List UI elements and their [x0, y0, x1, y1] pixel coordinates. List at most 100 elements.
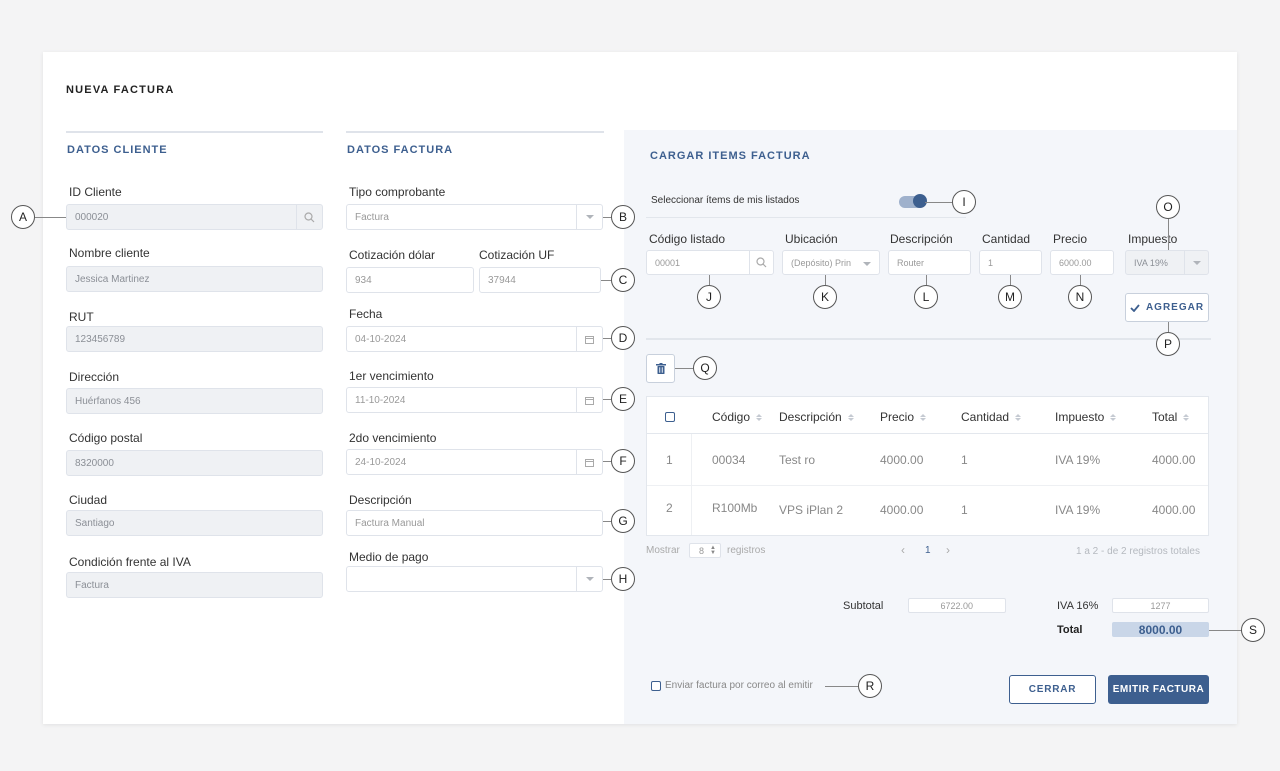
- sort-icon[interactable]: [1015, 413, 1022, 421]
- search-icon[interactable]: [749, 251, 773, 274]
- id-cliente-field[interactable]: 000020: [66, 204, 323, 230]
- callout-line: [35, 217, 66, 218]
- rut-field[interactable]: 123456789: [66, 326, 323, 352]
- callout-a: A: [11, 205, 35, 229]
- chevron-down-icon[interactable]: [863, 262, 871, 266]
- delete-button[interactable]: [646, 354, 675, 383]
- column-header-precio[interactable]: Precio: [880, 410, 927, 424]
- sort-icon[interactable]: [920, 413, 927, 421]
- iva-condicion-field[interactable]: Factura: [66, 572, 323, 598]
- venc1-label: 1er vencimiento: [349, 369, 434, 383]
- cantidad-value: 1: [988, 257, 994, 268]
- ciudad-field[interactable]: Santiago: [66, 510, 323, 536]
- total-value: 8000.00: [1112, 622, 1209, 637]
- prev-page-icon[interactable]: ‹: [901, 543, 905, 557]
- callout-line: [1209, 630, 1241, 631]
- column-header-codigo[interactable]: Código: [712, 410, 763, 424]
- next-page-icon[interactable]: ›: [946, 543, 950, 557]
- sort-icon[interactable]: [1110, 413, 1117, 421]
- callout-h: H: [611, 567, 635, 591]
- callout-g: G: [611, 509, 635, 533]
- cell-precio: 4000.00: [880, 453, 924, 467]
- calendar-icon[interactable]: [576, 388, 602, 412]
- sort-icon[interactable]: [1183, 413, 1190, 421]
- cell-total: 4000.00: [1152, 503, 1196, 517]
- sort-icon[interactable]: [756, 413, 763, 421]
- row-number: 1: [666, 453, 673, 467]
- divider: [646, 217, 966, 218]
- column-header-descripcion[interactable]: Descripción: [779, 410, 854, 424]
- dolar-field[interactable]: 934: [346, 267, 474, 293]
- select-from-lists-toggle[interactable]: [899, 194, 927, 208]
- iva-total-field: 1277: [1112, 598, 1209, 613]
- nombre-field[interactable]: Jessica Martinez: [66, 266, 323, 292]
- fecha-value: 04-10-2024: [355, 333, 407, 345]
- precio-value: 6000.00: [1059, 257, 1092, 268]
- venc1-field[interactable]: 11-10-2024: [346, 387, 603, 413]
- cell-cantidad: 1: [961, 453, 968, 467]
- cell-descripcion: VPS iPlan 2: [779, 503, 844, 517]
- chevron-down-icon[interactable]: [576, 205, 602, 229]
- cell-codigo: R100Mb: [712, 501, 758, 515]
- search-icon[interactable]: [296, 205, 322, 229]
- medio-pago-select[interactable]: [346, 566, 603, 592]
- id-cliente-value: 000020: [75, 211, 109, 223]
- callout-e: E: [611, 387, 635, 411]
- precio-field[interactable]: 6000.00: [1050, 250, 1114, 275]
- ubicacion-label: Ubicación: [785, 232, 838, 246]
- select-all-checkbox[interactable]: [665, 412, 675, 422]
- add-item-button[interactable]: AGREGAR: [1125, 293, 1209, 322]
- callout-line: [603, 521, 611, 522]
- tipo-comprobante-select[interactable]: Factura: [346, 204, 603, 230]
- toggle-knob: [913, 194, 927, 208]
- current-page[interactable]: 1: [925, 545, 931, 556]
- column-header-impuesto[interactable]: Impuesto: [1055, 410, 1117, 424]
- direccion-field[interactable]: Huérfanos 456: [66, 388, 323, 414]
- page-title: NUEVA FACTURA: [66, 84, 175, 96]
- cell-impuesto: IVA 19%: [1055, 503, 1101, 517]
- callout-n: N: [1068, 285, 1092, 309]
- dolar-label: Cotización dólar: [349, 248, 436, 262]
- header-label: Total: [1152, 410, 1178, 424]
- callout-line: [603, 338, 611, 339]
- show-label: Mostrar: [646, 545, 680, 556]
- impuesto-select[interactable]: IVA 19%: [1125, 250, 1209, 275]
- chevron-down-icon[interactable]: [576, 567, 602, 591]
- close-button[interactable]: CERRAR: [1009, 675, 1096, 704]
- sort-icon[interactable]: [847, 413, 854, 421]
- email-checkbox[interactable]: [651, 681, 661, 691]
- uf-value: 37944: [488, 274, 516, 286]
- ubicacion-select[interactable]: (Depósito) Prin: [782, 250, 880, 275]
- callout-line: [1168, 219, 1169, 250]
- postal-field[interactable]: 8320000: [66, 450, 323, 476]
- column-header-total[interactable]: Total: [1152, 410, 1190, 424]
- codigo-listado-field[interactable]: 00001: [646, 250, 774, 275]
- uf-field[interactable]: 37944: [479, 267, 601, 293]
- emit-invoice-button[interactable]: EMITIR FACTURA: [1108, 675, 1209, 704]
- impuesto-value: IVA 19%: [1134, 257, 1168, 268]
- callout-line: [925, 202, 952, 203]
- section-title-factura: DATOS FACTURA: [347, 144, 454, 156]
- callout-m: M: [998, 285, 1022, 309]
- fecha-field[interactable]: 04-10-2024: [346, 326, 603, 352]
- rut-value: 123456789: [75, 333, 126, 345]
- impuesto-label: Impuesto: [1128, 232, 1178, 246]
- callout-line: [603, 399, 611, 400]
- uf-label: Cotización UF: [479, 248, 555, 262]
- descripcion-item-label: Descripción: [890, 232, 953, 246]
- nombre-label: Nombre cliente: [69, 246, 150, 260]
- calendar-icon[interactable]: [576, 450, 602, 474]
- column-header-cantidad[interactable]: Cantidad: [961, 410, 1022, 424]
- per-page-select[interactable]: 8 ▲ ▼: [689, 543, 721, 558]
- descripcion-value: Factura Manual: [355, 517, 425, 529]
- callout-line: [709, 275, 710, 285]
- descripcion-item-field[interactable]: Router: [888, 250, 971, 275]
- calendar-icon[interactable]: [576, 327, 602, 351]
- postal-label: Código postal: [69, 431, 143, 445]
- venc2-field[interactable]: 24-10-2024: [346, 449, 603, 475]
- callout-line: [603, 217, 611, 218]
- chevron-down-icon[interactable]: [1184, 251, 1208, 274]
- cantidad-field[interactable]: 1: [979, 250, 1042, 275]
- descripcion-field[interactable]: Factura Manual: [346, 510, 603, 536]
- header-label: Descripción: [779, 410, 842, 424]
